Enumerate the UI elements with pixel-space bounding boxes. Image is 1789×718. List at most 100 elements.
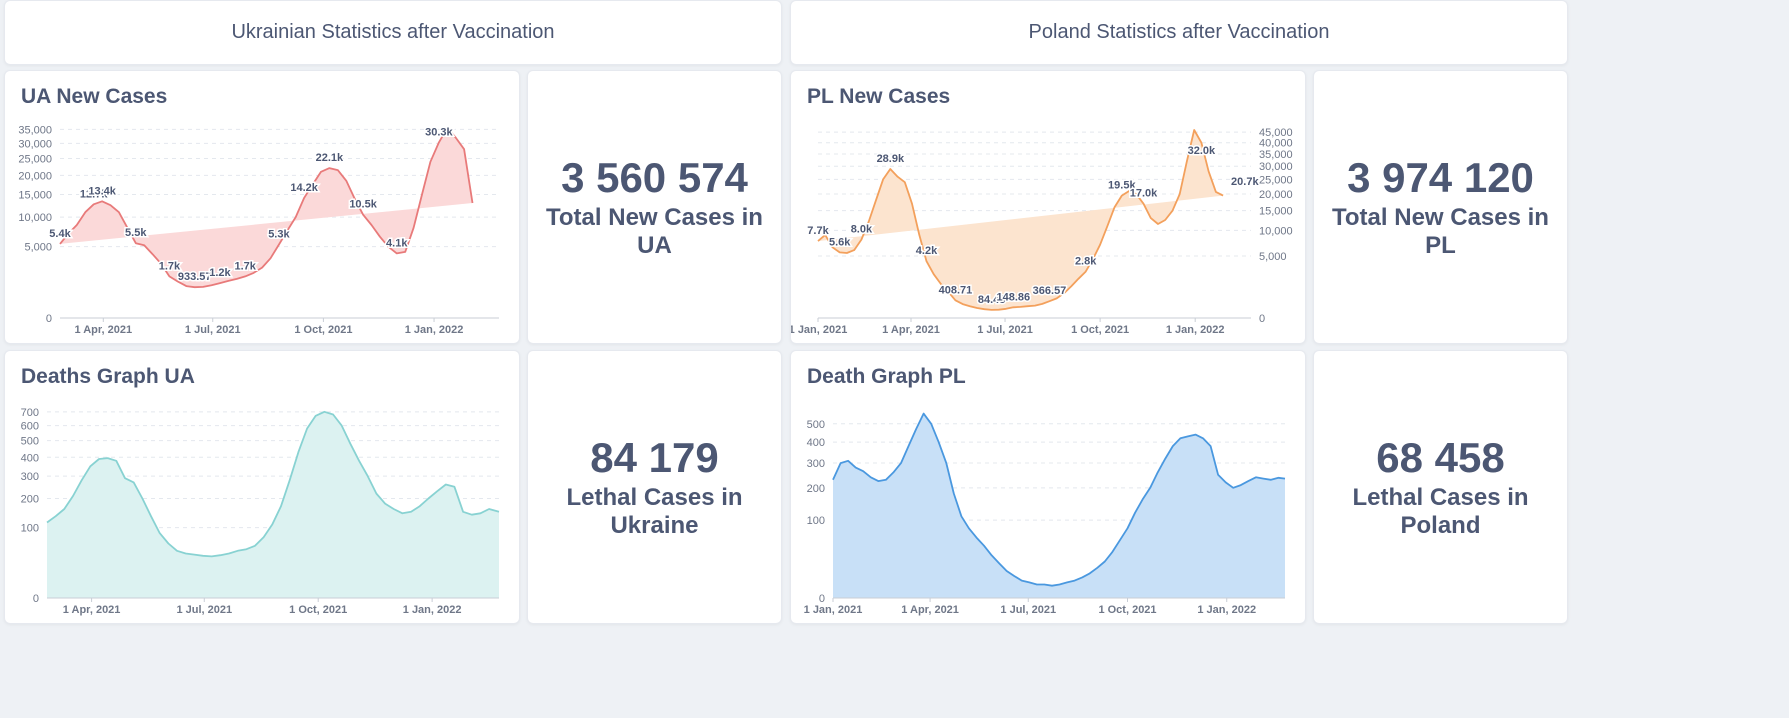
data-label: 5.4k <box>49 228 71 240</box>
x-tick-label: 1 Jan, 2022 <box>405 324 464 336</box>
y-tick-label: 300 <box>21 471 39 483</box>
y-tick-label: 500 <box>21 436 39 448</box>
pl-new-cases-card: PL New Cases 0 5,000 10,000 15,000 20,000 25,… <box>790 70 1306 344</box>
data-label: 10.5k <box>349 199 377 211</box>
x-tick-label: 1 Jul, 2021 <box>185 324 241 336</box>
x-tick-label: 1 Oct, 2021 <box>1071 324 1129 336</box>
x-tick-label: 1 Jan, 2021 <box>791 324 847 336</box>
y-tick-label: 35,000 <box>18 124 52 136</box>
series-area <box>833 413 1285 598</box>
series-area <box>47 411 499 598</box>
y-tick-label: 600 <box>21 421 39 433</box>
data-label: 30.3k <box>425 126 453 138</box>
x-tick-label: 1 Jul, 2021 <box>977 324 1033 336</box>
y-tick-label: 0 <box>33 593 39 605</box>
y-tick-label: 15,000 <box>1259 206 1293 218</box>
y-tick-label: 400 <box>21 452 39 464</box>
y-tick-label: 100 <box>807 515 825 527</box>
y-tick-label: 35,000 <box>1259 149 1293 161</box>
data-label: 14.2k <box>290 182 318 194</box>
pl-new-cases-chart: 0 5,000 10,000 15,000 20,000 25,00030,00035,0… <box>791 127 1293 336</box>
data-label: 5.5k <box>125 227 147 239</box>
x-tick-label: 1 Jan, 2021 <box>804 604 863 616</box>
y-tick-label: 200 <box>807 483 825 495</box>
pl-section-header: Poland Statistics after Vaccination <box>790 0 1568 65</box>
data-label: 4.2k <box>916 245 938 257</box>
pl-total-cases-value: 3 974 120 <box>1347 154 1534 201</box>
pl-total-cases-card: 3 974 120 Total New Cases in PL <box>1313 70 1568 344</box>
data-label: 8.0k <box>851 224 873 236</box>
ua-lethal-cases-value: 84 179 <box>590 434 719 481</box>
x-tick-label: 1 Oct, 2021 <box>289 604 347 616</box>
ua-total-cases-value: 3 560 574 <box>561 154 748 201</box>
y-tick-label: 30,000 <box>1259 161 1293 173</box>
ua-deaths-card: Deaths Graph UA 0 100 200 300 400 500 600 700 1 … <box>4 350 520 624</box>
data-label: 7.7k <box>807 225 829 237</box>
x-tick-label: 1 Apr, 2021 <box>882 324 940 336</box>
x-tick-label: 1 Apr, 2021 <box>901 604 959 616</box>
y-tick-label: 30,000 <box>18 138 52 150</box>
y-tick-label: 25,000 <box>1259 174 1293 186</box>
x-tick-label: 1 Apr, 2021 <box>74 324 132 336</box>
pl-deaths-card: Death Graph PL 0 100 200 300 400 500 1 Jan, 20… <box>790 350 1306 624</box>
data-label: 22.1k <box>316 152 344 164</box>
data-label: 1.2k <box>209 267 231 279</box>
x-tick-label: 1 Jan, 2022 <box>1197 604 1256 616</box>
x-tick-label: 1 Jan, 2022 <box>403 604 462 616</box>
ua-lethal-cases-label: Lethal Cases in Ukraine <box>566 484 743 539</box>
x-tick-label: 1 Jul, 2021 <box>176 604 232 616</box>
y-tick-label: 5,000 <box>24 242 52 254</box>
y-tick-label: 45,000 <box>1259 127 1293 139</box>
data-label: 28.9k <box>877 153 905 165</box>
data-label: 5.3k <box>268 229 290 241</box>
y-tick-label: 0 <box>46 313 52 325</box>
x-tick-label: 1 Oct, 2021 <box>1098 604 1156 616</box>
x-tick-label: 1 Jan, 2022 <box>1166 324 1225 336</box>
data-label: 1.7k <box>235 260 257 272</box>
ua-total-cases-card: 3 560 574 Total New Cases in UA <box>527 70 782 344</box>
y-tick-label: 25,000 <box>18 154 52 166</box>
y-tick-label: 700 <box>21 407 39 419</box>
series-line <box>59 127 474 289</box>
y-tick-label: 40,000 <box>1259 138 1293 150</box>
y-tick-label: 20,000 <box>1259 189 1293 201</box>
data-label: 4.1k <box>386 237 408 249</box>
ua-total-cases-label: Total New Cases in UA <box>546 204 763 259</box>
y-tick-label: 300 <box>807 458 825 470</box>
y-tick-label: 500 <box>807 419 825 431</box>
data-label: 933.57 <box>178 271 212 283</box>
ua-section-title: Ukrainian Statistics after Vaccination <box>231 21 555 43</box>
y-tick-label: 100 <box>21 523 39 535</box>
data-label: 408.71 <box>939 284 973 296</box>
ua-section-header: Ukrainian Statistics after Vaccination <box>4 0 782 65</box>
y-tick-label: 10,000 <box>18 212 52 224</box>
y-tick-label: 20,000 <box>18 170 52 182</box>
data-label: 13.4k <box>88 185 116 197</box>
pl-lethal-cases-card: 68 458 Lethal Cases in Poland <box>1313 350 1568 624</box>
y-tick-label: 15,000 <box>18 189 52 201</box>
data-label: 32.0k <box>1188 145 1216 157</box>
data-label: 148.86 <box>996 291 1030 303</box>
pl-section-title: Poland Statistics after Vaccination <box>1028 21 1330 43</box>
ua-new-cases-chart: 0 5,000 10,000 15,000 20,000 25,000 30,000 35,0… <box>18 124 499 336</box>
pl-deaths-chart: 01002003004005001 Jan, 2021 1 Apr, 2021 1 … <box>804 412 1286 616</box>
data-label: 17.0k <box>1130 188 1158 200</box>
ua-new-cases-card: UA New Cases 0 5,000 10,000 15,000 20,000 25,… <box>4 70 520 344</box>
y-tick-label: 400 <box>807 437 825 449</box>
data-label: 2.8k <box>1075 256 1097 268</box>
x-tick-label: 1 Jul, 2021 <box>1000 604 1056 616</box>
y-tick-label: 200 <box>21 493 39 505</box>
pl-lethal-cases-label: Lethal Cases in Poland <box>1352 484 1529 539</box>
x-tick-label: 1 Oct, 2021 <box>294 324 352 336</box>
data-label: 5.6k <box>829 236 851 248</box>
x-tick-label: 1 Apr, 2021 <box>63 604 121 616</box>
y-tick-label: 10,000 <box>1259 225 1293 237</box>
y-tick-label: 0 <box>1259 313 1265 325</box>
ua-lethal-cases-card: 84 179 Lethal Cases in Ukraine <box>527 350 782 624</box>
pl-lethal-cases-value: 68 458 <box>1376 434 1505 481</box>
data-label: 20.7k <box>1231 176 1259 188</box>
y-tick-label: 5,000 <box>1259 251 1287 263</box>
data-label: 366.57 <box>1033 285 1067 297</box>
ua-deaths-chart: 0 100 200 300 400 500 600 700 1 Apr, 2021 1 Jul, … <box>21 407 500 616</box>
pl-total-cases-label: Total New Cases in PL <box>1332 204 1549 259</box>
